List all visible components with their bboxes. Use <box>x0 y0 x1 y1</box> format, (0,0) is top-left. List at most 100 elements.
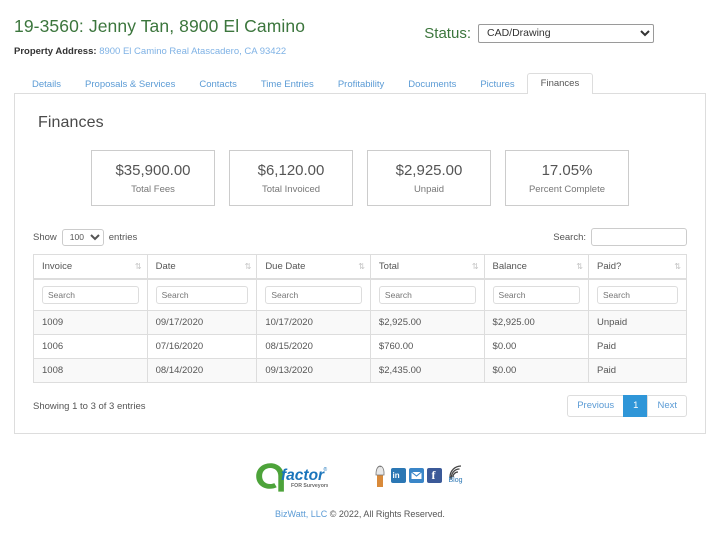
cell-total: $2,925.00 <box>369 310 485 336</box>
page-length-control: Show 100 entries <box>33 228 138 246</box>
copyright: BizWatt, LLC © 2022, All Rights Reserved… <box>275 509 445 519</box>
stat-value: $2,925.00 <box>395 161 463 179</box>
invoices-table: Invoice ⇅ Date ⇅ Due Date ⇅ Total ⇅ Bala… <box>33 254 687 384</box>
tab-pictures[interactable]: Pictures <box>468 75 526 95</box>
column-header-label: Total <box>378 261 399 273</box>
stat-card-percent-complete: 17.05% Percent Complete <box>505 150 629 207</box>
email-icon-glyph <box>410 471 422 480</box>
tab-documents[interactable]: Documents <box>396 75 468 95</box>
tab-proposals-services[interactable]: Proposals & Services <box>73 75 187 95</box>
property-address-separator: : <box>93 46 97 57</box>
email-icon[interactable] <box>408 468 424 484</box>
logo-wordmark: factor <box>281 467 325 484</box>
cell-due-date: 08/15/2020 <box>256 334 371 360</box>
cell-paid: Paid <box>588 358 687 384</box>
tab-details[interactable]: Details <box>20 75 73 95</box>
column-filter-input-date[interactable] <box>155 286 249 305</box>
column-filter-cell-total <box>369 278 485 312</box>
copyright-company-link[interactable]: BizWatt, LLC <box>275 509 327 519</box>
logo-tagline: FOR Surveyors <box>291 483 328 489</box>
column-filter-input-invoice[interactable] <box>42 286 139 305</box>
table-footer: Showing 1 to 3 of 3 entries Previous 1 N… <box>33 395 687 417</box>
blog-label: Blog <box>448 476 463 484</box>
cell-date: 08/14/2020 <box>146 358 258 384</box>
linkedin-icon-label: in <box>392 471 400 481</box>
stat-value: $35,900.00 <box>115 161 191 179</box>
tab-finances[interactable]: Finances <box>526 72 594 95</box>
qfactor-logo-svg: factor ® FOR Surveyors <box>255 463 328 492</box>
column-header-balance[interactable]: Balance ⇅ <box>483 254 590 281</box>
sort-icon[interactable]: ⇅ <box>358 262 365 271</box>
table-row[interactable]: 1006 07/16/2020 08/15/2020 $760.00 $0.00… <box>33 334 687 360</box>
table-body: 1009 09/17/2020 10/17/2020 $2,925.00 $2,… <box>33 310 687 384</box>
tab-profitability[interactable]: Profitability <box>326 75 396 95</box>
column-header-date[interactable]: Date ⇅ <box>146 254 258 281</box>
qfactor-logo[interactable]: factor ® FOR Surveyors <box>254 460 328 492</box>
column-header-due-date[interactable]: Due Date ⇅ <box>256 254 371 281</box>
copyright-text: © 2022, All Rights Reserved. <box>327 508 445 519</box>
column-header-total[interactable]: Total ⇅ <box>369 254 485 281</box>
sort-icon[interactable]: ⇅ <box>472 262 479 271</box>
footer-row: factor ® FOR Surveyors in f Blog <box>254 460 467 492</box>
stat-card-total-invoiced: $6,120.00 Total Invoiced <box>229 150 353 207</box>
column-header-label: Due Date <box>265 261 306 273</box>
cell-total: $2,435.00 <box>369 358 485 384</box>
stat-card-unpaid: $2,925.00 Unpaid <box>367 150 491 207</box>
cell-balance: $2,925.00 <box>483 310 590 336</box>
column-header-invoice[interactable]: Invoice ⇅ <box>33 254 148 281</box>
panel-heading: Finances <box>38 114 104 132</box>
column-filter-cell-invoice <box>33 278 148 312</box>
column-header-label: Date <box>155 261 176 273</box>
stat-value: $6,120.00 <box>257 161 325 179</box>
entries-label: entries <box>108 231 138 243</box>
cell-invoice: 1008 <box>33 358 148 384</box>
column-filter-input-due-date[interactable] <box>265 286 362 305</box>
status-select[interactable]: CAD/Drawing <box>478 24 654 43</box>
table-search-control: Search: <box>553 228 687 247</box>
logo-registered-mark: ® <box>323 466 327 473</box>
header-left: 19-3560: Jenny Tan, 8900 El Camino Prope… <box>14 16 424 57</box>
stat-label: Unpaid <box>413 184 445 196</box>
column-filter-input-balance[interactable] <box>492 286 580 305</box>
cell-balance: $0.00 <box>483 358 590 384</box>
stat-label: Percent Complete <box>528 184 606 196</box>
table-search-input[interactable] <box>591 228 687 247</box>
pagination: Previous 1 Next <box>567 395 687 417</box>
facebook-icon-label: f <box>431 468 436 483</box>
tab-contacts[interactable]: Contacts <box>187 75 249 95</box>
tab-time-entries[interactable]: Time Entries <box>249 75 326 95</box>
tab-bar: Details Proposals & Services Contacts Ti… <box>14 70 706 95</box>
column-header-label: Invoice <box>42 261 73 273</box>
sort-icon[interactable]: ⇅ <box>576 262 583 271</box>
stat-label: Total Invoiced <box>261 184 321 196</box>
sort-icon[interactable]: ⇅ <box>135 262 142 271</box>
cell-due-date: 10/17/2020 <box>256 310 371 336</box>
table-head: Invoice ⇅ Date ⇅ Due Date ⇅ Total ⇅ Bala… <box>33 254 687 312</box>
page-length-select[interactable]: 100 <box>61 228 104 246</box>
sort-icon[interactable]: ⇅ <box>674 262 681 271</box>
stat-value: 17.05% <box>541 161 593 179</box>
page-footer: factor ® FOR Surveyors in f Blog BizWatt… <box>14 460 706 519</box>
column-filter-input-paid[interactable] <box>597 286 678 305</box>
sort-icon[interactable]: ⇅ <box>245 262 252 271</box>
blog-rss-icon[interactable]: Blog <box>447 464 467 488</box>
facebook-icon[interactable]: f <box>426 468 442 484</box>
summary-cards: $35,900.00 Total Fees $6,120.00 Total In… <box>33 150 687 207</box>
column-filter-input-total[interactable] <box>378 286 476 305</box>
column-filter-cell-due-date <box>256 278 371 312</box>
pagination-next[interactable]: Next <box>647 395 687 417</box>
cell-date: 09/17/2020 <box>146 310 258 336</box>
table-row[interactable]: 1008 08/14/2020 09/13/2020 $2,435.00 $0.… <box>33 358 687 384</box>
table-row[interactable]: 1009 09/17/2020 10/17/2020 $2,925.00 $2,… <box>33 310 687 336</box>
column-header-label: Paid? <box>597 261 622 273</box>
cell-invoice: 1006 <box>33 334 148 360</box>
pagination-previous[interactable]: Previous <box>567 395 625 417</box>
linkedin-icon[interactable]: in <box>390 468 406 484</box>
column-header-paid[interactable]: Paid? ⇅ <box>588 254 687 281</box>
pagination-page-1[interactable]: 1 <box>623 395 649 417</box>
property-address-value[interactable]: 8900 El Camino Real Atascadero, CA 93422 <box>99 46 286 57</box>
cell-due-date: 09/13/2020 <box>256 358 371 384</box>
thumbs-up-icon[interactable] <box>372 464 388 488</box>
status-label: Status: <box>424 25 471 42</box>
table-controls: Show 100 entries Search: <box>33 228 687 247</box>
